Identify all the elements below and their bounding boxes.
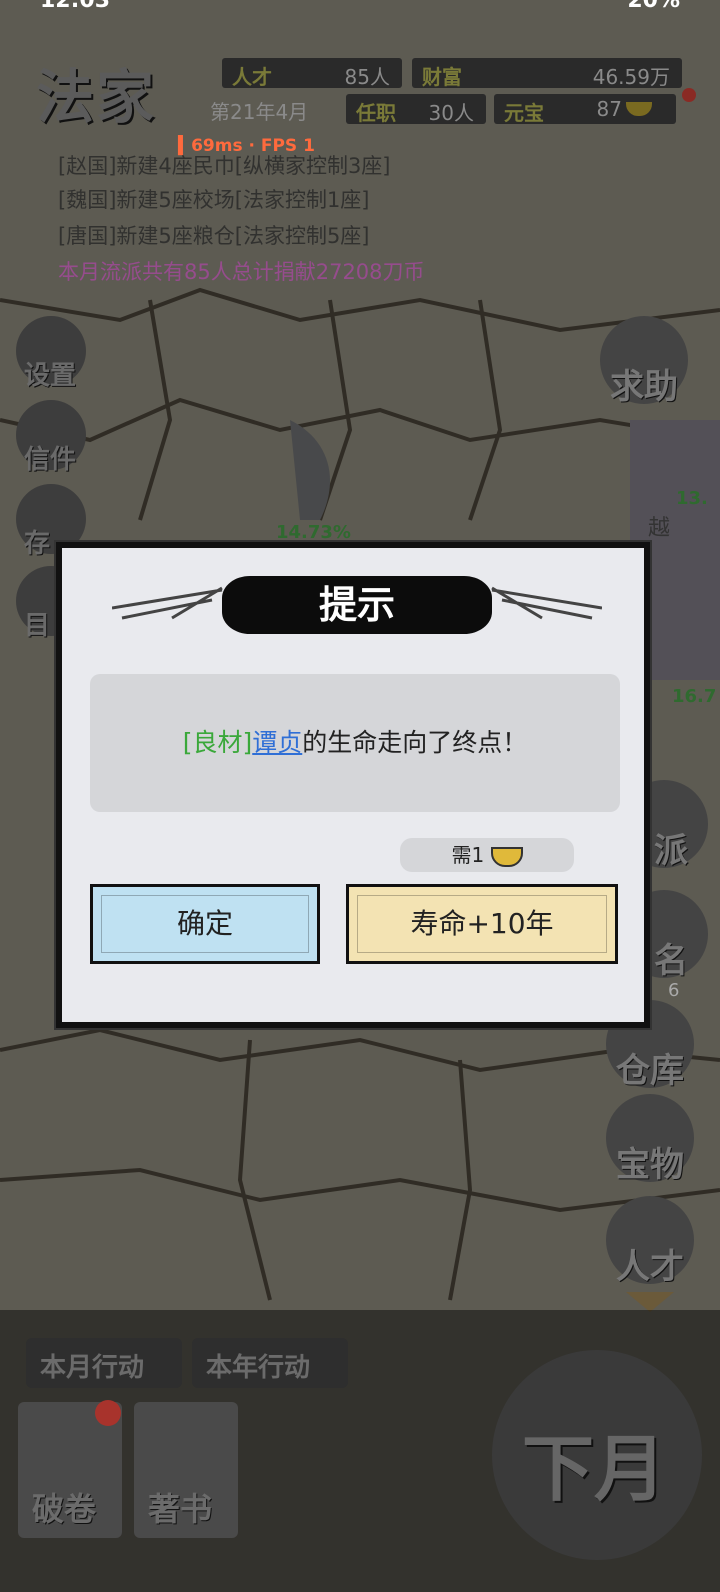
next-month-button[interactable]: 下月 [492,1350,702,1560]
talent-tag: [良材] [182,728,253,757]
notice-dialog: 提示 [良材]谭贞的生命走向了终点！ 需1 确定 寿命+10年 [56,542,650,1028]
tab-this-year[interactable]: 本年行动 [192,1338,348,1388]
treasure-button[interactable]: 宝物 [606,1094,694,1185]
wealth-stat: 财富 46.59万 [412,58,682,89]
talent-button[interactable]: 人才 [606,1196,694,1287]
confirm-button[interactable]: 确定 [90,884,320,964]
faction-title: 法家 [36,63,157,131]
right-ornament-icon [491,586,602,620]
extend-life-button[interactable]: 寿命+10年 [346,884,618,964]
log-line: [赵国]新建4座民巾[纵横家控制3座] [58,154,391,178]
talent-stat: 人才 85人 [222,58,402,89]
settings-button[interactable]: 设置 [16,316,86,391]
ingot-stat: 元宝 87 [494,94,676,125]
left-ornament-icon [112,586,223,620]
log-line: [唐国]新建5座粮仓[法家控制5座] [58,224,370,248]
map-percent-3: 14.73% [276,522,351,543]
tab-this-month[interactable]: 本月行动 [26,1338,182,1388]
character-link[interactable]: 谭贞 [252,728,302,757]
mail-button[interactable]: 信件 [16,400,86,475]
map-percent-1: 13. [676,488,708,509]
message-text: 的生命走向了终点！ [302,728,528,757]
office-stat: 任职 30人 [346,94,486,125]
game-date: 第21年4月 [210,100,309,124]
event-log[interactable]: [赵国]新建4座民巾[纵横家控制3座] [魏国]新建5座校场[法家控制1座] [… [30,150,660,300]
notification-dot [682,88,696,102]
write-book-button[interactable]: 著书 [134,1402,238,1538]
map-percent-2: 16.7 [672,686,717,707]
log-summary: 本月流派共有85人总计捐献27208刀币 [58,260,425,284]
dialog-title: 提示 [222,576,492,634]
warehouse-count: 6 [668,980,680,1001]
gold-ingot-icon [626,102,652,116]
chevron-down-icon[interactable] [626,1292,674,1312]
message-box: [良材]谭贞的生命走向了终点！ [90,674,620,812]
map-label-yue: 越 [648,516,671,541]
gold-ingot-icon [490,846,523,867]
notification-badge [95,1400,121,1426]
help-button[interactable]: 求助 [600,316,688,407]
top-header: 法家 人才 85人 财富 46.59万 第21年4月 任职 30人 元宝 87 [0,0,720,150]
log-line: [魏国]新建5座校场[法家控制1座] [58,188,370,212]
cost-label: 需1 [400,838,574,872]
